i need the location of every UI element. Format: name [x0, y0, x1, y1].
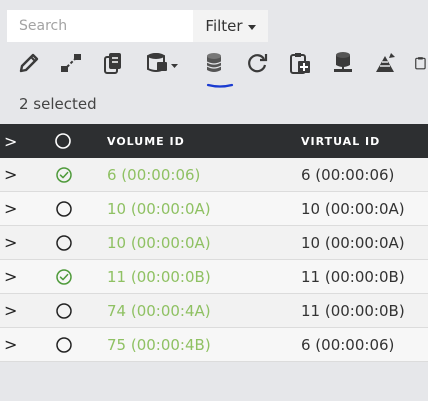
volume-id-link[interactable]: 6 (00:00:06) — [107, 158, 200, 191]
row-checkbox[interactable] — [55, 192, 73, 225]
clipboard-icon[interactable] — [414, 50, 428, 76]
filter-label: Filter — [205, 17, 243, 35]
database-menu-icon[interactable] — [144, 50, 180, 76]
table-row[interactable]: >10 (00:00:0A) 10 (00:00:0A) — [0, 192, 428, 226]
copy-icon[interactable] — [100, 50, 126, 76]
row-expand-toggle[interactable]: > — [4, 192, 17, 225]
table-header: > VOLUME ID VIRTUAL ID — [0, 124, 428, 158]
volumes-table: > VOLUME ID VIRTUAL ID >6 (00:00:06) 6 (0… — [0, 124, 428, 362]
deploy-icon[interactable] — [372, 50, 398, 76]
active-tab-indicator — [206, 83, 234, 88]
table-row[interactable]: >74 (00:00:4A) 11 (00:00:0B) — [0, 294, 428, 328]
volume-id-link[interactable]: 75 (00:00:4B) — [107, 328, 211, 361]
row-expand-toggle[interactable]: > — [4, 158, 17, 191]
add-to-clipboard-icon[interactable] — [287, 50, 313, 76]
table-row[interactable]: >6 (00:00:06) 6 (00:00:06) — [0, 158, 428, 192]
virtual-id-cell: 6 (00:00:06) — [301, 165, 395, 184]
row-expand-toggle[interactable]: > — [4, 260, 17, 293]
row-checkbox-checked[interactable] — [55, 158, 73, 191]
row-expand-toggle[interactable]: > — [4, 226, 17, 259]
volume-icon[interactable] — [201, 50, 227, 76]
caret-down-icon — [247, 24, 256, 30]
row-checkbox-checked[interactable] — [55, 260, 73, 293]
column-header-volume-id[interactable]: VOLUME ID — [107, 124, 185, 158]
virtual-id-cell: 10 (00:00:0A) — [301, 199, 405, 218]
virtual-id-cell: 11 (00:00:0B) — [301, 301, 405, 320]
connect-icon[interactable] — [58, 50, 84, 76]
select-all-checkbox[interactable] — [54, 124, 72, 158]
table-row[interactable]: >10 (00:00:0A) 10 (00:00:0A) — [0, 226, 428, 260]
edit-icon[interactable] — [16, 50, 42, 76]
expand-all-toggle[interactable]: > — [4, 124, 17, 158]
column-header-virtual-id[interactable]: VIRTUAL ID — [301, 124, 380, 158]
virtual-id-cell: 11 (00:00:0B) — [301, 267, 405, 286]
filter-button[interactable]: Filter — [193, 10, 268, 42]
volume-id-link[interactable]: 10 (00:00:0A) — [107, 192, 211, 225]
volume-id-link[interactable]: 11 (00:00:0B) — [107, 260, 211, 293]
row-checkbox[interactable] — [55, 294, 73, 327]
search-box — [7, 10, 193, 42]
virtual-id-cell: 10 (00:00:0A) — [301, 233, 405, 252]
virtual-id-cell: 6 (00:00:06) — [301, 335, 395, 354]
row-checkbox[interactable] — [55, 328, 73, 361]
database-server-icon[interactable] — [330, 50, 356, 76]
refresh-icon[interactable] — [244, 50, 270, 76]
selection-count: 2 selected — [19, 95, 97, 113]
volume-id-link[interactable]: 74 (00:00:4A) — [107, 294, 211, 327]
volume-id-link[interactable]: 10 (00:00:0A) — [107, 226, 211, 259]
search-input[interactable] — [7, 10, 193, 42]
row-expand-toggle[interactable]: > — [4, 294, 17, 327]
table-row[interactable]: >75 (00:00:4B) 6 (00:00:06) — [0, 328, 428, 362]
row-expand-toggle[interactable]: > — [4, 328, 17, 361]
table-row[interactable]: >11 (00:00:0B) 11 (00:00:0B) — [0, 260, 428, 294]
row-checkbox[interactable] — [55, 226, 73, 259]
